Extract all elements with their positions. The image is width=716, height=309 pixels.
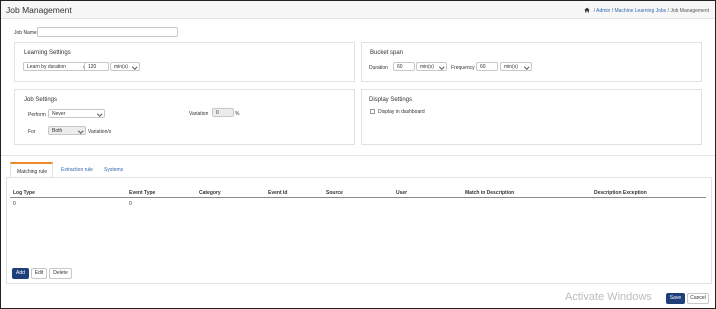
col-event-id[interactable]: Event Id (268, 190, 287, 196)
job-name-input[interactable] (37, 27, 178, 37)
col-log-type[interactable]: Log Type (13, 190, 35, 196)
col-source[interactable]: Source (326, 190, 343, 196)
job-name-label: Job Name (14, 30, 37, 36)
section-divider (1, 155, 715, 156)
learning-settings-panel: Learning Settings Learn by duration 120 … (14, 42, 355, 82)
page-header: Job Management / Admin / Machine Learnin… (1, 1, 715, 19)
display-settings-panel: Display Settings Display in dashboard (361, 89, 702, 145)
duration-unit-select[interactable]: min(s) (416, 62, 447, 71)
job-settings-panel: Job Settings Perform Never Variation 0 %… (14, 89, 355, 145)
display-dashboard-checkbox[interactable] (370, 109, 375, 114)
tab-extraction-rule[interactable]: Extraction rule (55, 162, 99, 177)
col-event-type[interactable]: Event Type (129, 190, 155, 196)
breadcrumb-current: Job Management (670, 8, 709, 14)
activate-windows-watermark: Activate Windows (565, 291, 652, 303)
duration-label: Duration (369, 65, 388, 71)
home-icon[interactable] (584, 7, 590, 13)
col-match-description[interactable]: Match in Description (465, 190, 514, 196)
tab-matching-rule[interactable]: Matching rule (10, 162, 53, 177)
bucket-span-title: Bucket span (370, 50, 404, 56)
table-header: Log Type Event Type Category Event Id So… (10, 188, 706, 198)
duration-input[interactable]: 60 (393, 62, 415, 71)
variation-input[interactable]: 0 (212, 108, 234, 117)
learning-unit-select[interactable]: min(s) (110, 62, 140, 71)
frequency-input[interactable]: 60 (476, 62, 498, 71)
page-title: Job Management (6, 5, 72, 15)
for-suffix-label: Variation/s (88, 129, 112, 135)
display-settings-title: Display Settings (369, 97, 413, 103)
save-button[interactable]: Save (666, 293, 685, 304)
learning-amount-input[interactable]: 120 (84, 62, 109, 71)
col-user[interactable]: User (396, 190, 407, 196)
cell-event-type: 0 (129, 201, 132, 207)
display-dashboard-label: Display in dashboard (378, 109, 425, 115)
table-row[interactable]: 0 0 (10, 199, 706, 209)
breadcrumb-ml-jobs[interactable]: Machine Learning Jobs (614, 8, 666, 14)
delete-button[interactable]: Delete (49, 268, 72, 279)
frequency-unit-select[interactable]: min(s) (500, 62, 532, 71)
for-select[interactable]: Both (48, 126, 86, 135)
col-category[interactable]: Category (199, 190, 221, 196)
col-description-exception[interactable]: Description Exception (594, 190, 647, 196)
perform-label: Perform (28, 112, 46, 118)
for-label: For (28, 129, 36, 135)
edit-button[interactable]: Edit (31, 268, 47, 279)
add-button[interactable]: Add (12, 268, 29, 279)
perform-select[interactable]: Never (48, 109, 105, 118)
tab-systems[interactable]: Systems (98, 162, 129, 177)
job-settings-title: Job Settings (24, 97, 58, 103)
breadcrumb: / Admin / Machine Learning Jobs / Job Ma… (584, 7, 709, 14)
cancel-button[interactable]: Cancel (687, 293, 709, 304)
breadcrumb-admin[interactable]: Admin (596, 8, 610, 14)
learning-settings-title: Learning Settings (24, 50, 71, 56)
cell-log-type: 0 (13, 201, 16, 207)
frequency-label: Frequency (451, 65, 475, 71)
bucket-span-panel: Bucket span Duration 60 min(s) Frequency… (361, 42, 702, 82)
variation-label: Variation (189, 111, 209, 117)
learning-mode-select[interactable]: Learn by duration (23, 62, 91, 71)
variation-unit: % (235, 111, 240, 117)
